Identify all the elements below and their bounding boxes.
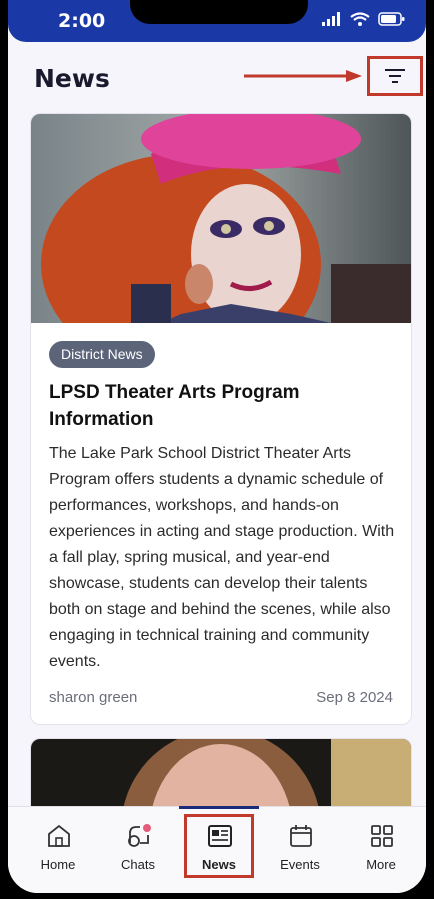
calendar-icon xyxy=(290,825,312,847)
tab-label: Home xyxy=(40,857,76,872)
status-bar: 2:00 xyxy=(8,0,426,42)
category-badge[interactable]: District News xyxy=(49,341,155,368)
annotation-arrow xyxy=(244,70,362,82)
status-time: 2:00 xyxy=(58,10,106,32)
tab-events[interactable]: Events xyxy=(260,807,340,893)
filter-button[interactable] xyxy=(367,56,423,96)
status-icons xyxy=(322,12,406,26)
wifi-icon xyxy=(350,12,370,26)
tab-home[interactable]: Home xyxy=(18,807,98,893)
article-date: Sep 8 2024 xyxy=(316,689,393,706)
article-image xyxy=(31,114,411,323)
active-tab-indicator xyxy=(179,806,259,809)
article-author: sharon green xyxy=(49,689,138,706)
news-card[interactable]: District News LPSD Theater Arts Program … xyxy=(30,113,412,725)
tab-more[interactable]: More xyxy=(341,807,421,893)
article-title[interactable]: LPSD Theater Arts Program Information xyxy=(49,379,369,433)
header: News xyxy=(8,42,426,112)
article-body: The Lake Park School District Theater Ar… xyxy=(49,445,395,670)
tab-label: Events xyxy=(280,857,320,872)
chats-icon xyxy=(128,824,151,847)
home-icon xyxy=(48,824,70,847)
battery-icon xyxy=(378,12,405,26)
page-title: News xyxy=(34,64,110,93)
notch xyxy=(130,0,308,24)
tab-chats[interactable]: Chats xyxy=(98,807,178,893)
phone-screen: 2:00 News District News LPSD Theater Art… xyxy=(8,0,426,893)
tab-label: More xyxy=(366,857,396,872)
filter-icon xyxy=(385,69,405,83)
tab-label: Chats xyxy=(121,857,155,872)
annotation-highlight xyxy=(184,814,254,878)
grid-icon xyxy=(371,825,393,847)
signal-icon xyxy=(322,12,340,26)
